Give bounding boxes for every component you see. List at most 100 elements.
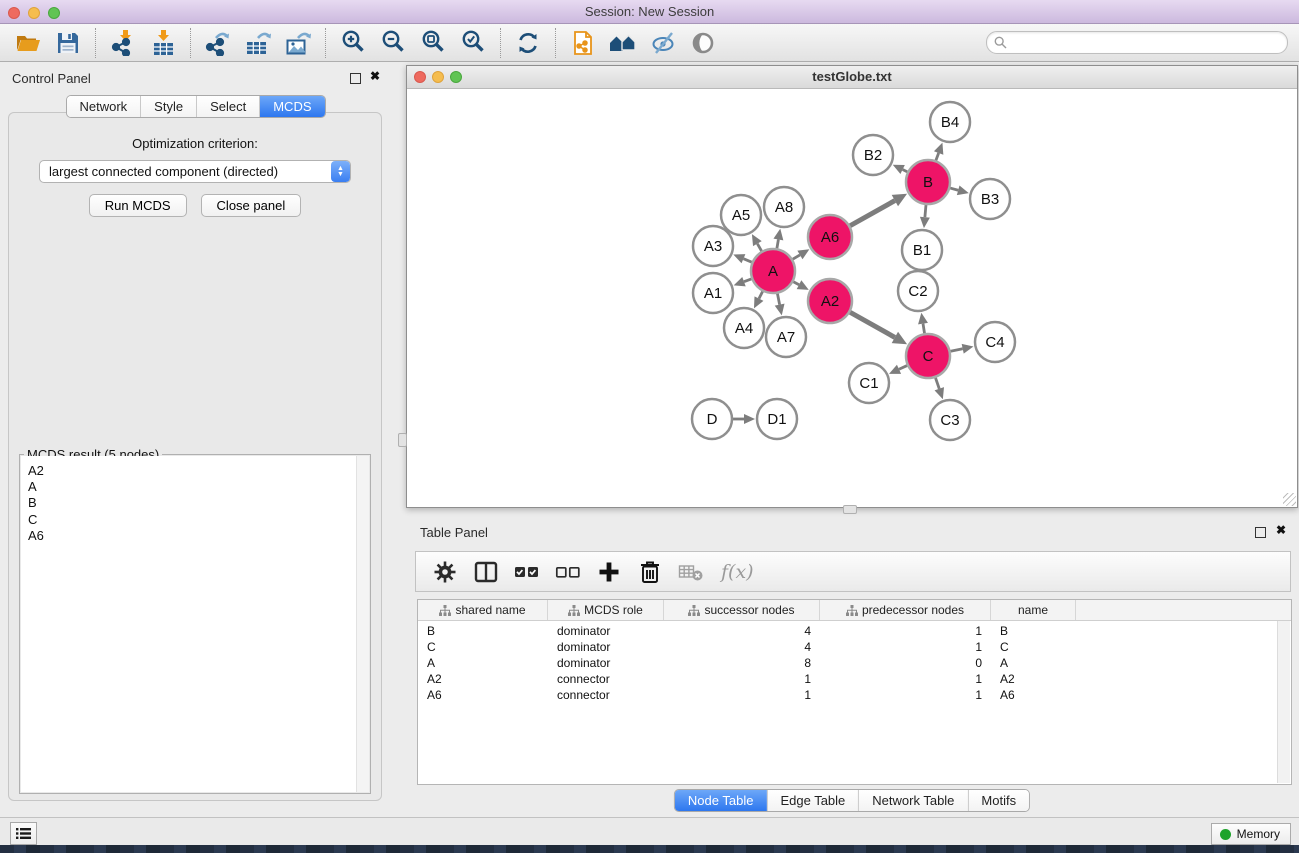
table-settings-button[interactable] [432, 559, 458, 585]
network-close-button[interactable] [414, 71, 426, 83]
new-network-from-selection-button[interactable] [563, 26, 603, 60]
edge-C-C4[interactable] [951, 344, 974, 354]
table-scrollbar[interactable] [1277, 621, 1290, 783]
close-panel-icon[interactable]: ✖ [1276, 523, 1286, 537]
node-A2[interactable]: A2 [808, 279, 852, 323]
task-history-button[interactable] [10, 822, 37, 845]
edge-C-C2[interactable] [918, 313, 928, 334]
edge-B-B3[interactable] [950, 185, 969, 195]
create-column-button[interactable] [596, 559, 622, 585]
tab-network[interactable]: Network [66, 96, 140, 117]
zoom-window-button[interactable] [48, 7, 60, 19]
column-header-name[interactable]: name [991, 600, 1076, 620]
search-input[interactable] [1007, 36, 1287, 50]
export-image-button[interactable] [278, 26, 318, 60]
close-panel-icon[interactable]: ✖ [370, 69, 380, 83]
edge-B-B4[interactable] [934, 143, 943, 161]
tab-edge-table[interactable]: Edge Table [766, 790, 858, 811]
edge-A-A2[interactable] [793, 280, 808, 290]
result-item[interactable]: C [28, 512, 369, 528]
minimize-window-button[interactable] [28, 7, 40, 19]
table-row[interactable]: Adominator80A [418, 655, 1291, 671]
table-row[interactable]: A2connector11A2 [418, 671, 1291, 687]
tab-select[interactable]: Select [196, 96, 259, 117]
edge-A-A7[interactable] [775, 294, 785, 316]
edge-A-A5[interactable] [752, 234, 762, 251]
tab-mcds[interactable]: MCDS [259, 96, 324, 117]
edge-A-A8[interactable] [773, 229, 783, 249]
criterion-dropdown[interactable]: largest connected component (directed) ▲… [39, 160, 351, 183]
table-row[interactable]: Bdominator41B [418, 623, 1291, 639]
tab-motifs[interactable]: Motifs [967, 790, 1029, 811]
edge-B-B1[interactable] [920, 205, 930, 228]
horizontal-splitter-handle[interactable] [843, 505, 857, 514]
export-network-button[interactable] [198, 26, 238, 60]
float-panel-icon[interactable] [350, 73, 361, 84]
apply-layout-button[interactable] [508, 26, 548, 60]
table-row[interactable]: A6connector11A6 [418, 687, 1291, 703]
node-B4[interactable]: B4 [930, 102, 970, 142]
node-B3[interactable]: B3 [970, 179, 1010, 219]
network-zoom-button[interactable] [450, 71, 462, 83]
node-A1[interactable]: A1 [693, 273, 733, 313]
table-row[interactable]: Cdominator41C [418, 639, 1291, 655]
node-B1[interactable]: B1 [902, 230, 942, 270]
edge-C-C3[interactable] [935, 378, 944, 399]
close-panel-button[interactable]: Close panel [201, 194, 302, 217]
show-column-button[interactable] [473, 559, 499, 585]
node-B2[interactable]: B2 [853, 135, 893, 175]
node-C[interactable]: C [906, 334, 950, 378]
node-D1[interactable]: D1 [757, 399, 797, 439]
tab-network-table[interactable]: Network Table [858, 790, 967, 811]
node-C4[interactable]: C4 [975, 322, 1015, 362]
deselect-all-button[interactable] [555, 559, 581, 585]
save-session-button[interactable] [48, 26, 88, 60]
edge-C-C1[interactable] [889, 365, 907, 374]
delete-table-button-disabled[interactable] [678, 559, 704, 585]
tab-node-table[interactable]: Node Table [675, 790, 767, 811]
select-all-button[interactable] [514, 559, 540, 585]
zoom-selected-button[interactable] [453, 26, 493, 60]
zoom-out-button[interactable] [373, 26, 413, 60]
zoom-fit-button[interactable] [413, 26, 453, 60]
edge-A-A1[interactable] [734, 277, 752, 286]
node-A3[interactable]: A3 [693, 226, 733, 266]
network-graph[interactable]: B4B2BB3A5A8A6A3B1AC2A1A2A4A7C4CC1C3DD1 [407, 89, 1297, 507]
edge-A2-C[interactable] [850, 312, 907, 344]
function-builder-button[interactable]: f(x) [721, 561, 754, 583]
node-A7[interactable]: A7 [766, 317, 806, 357]
result-item[interactable]: A2 [28, 463, 369, 479]
mcds-result-list[interactable]: A2ABCA6 [21, 456, 369, 792]
edge-A-A6[interactable] [793, 249, 810, 259]
result-scrollbar[interactable] [356, 456, 369, 792]
edge-D-D1[interactable] [733, 414, 755, 424]
show-panel-button[interactable] [683, 26, 723, 60]
open-session-button[interactable] [8, 26, 48, 60]
result-item[interactable]: A6 [28, 528, 369, 544]
node-A8[interactable]: A8 [764, 187, 804, 227]
zoom-in-button[interactable] [333, 26, 373, 60]
result-item[interactable]: A [28, 479, 369, 495]
float-panel-icon[interactable] [1255, 527, 1266, 538]
import-network-button[interactable] [103, 26, 143, 60]
node-A4[interactable]: A4 [724, 308, 764, 348]
hide-panel-button[interactable] [643, 26, 683, 60]
memory-button[interactable]: Memory [1211, 823, 1291, 845]
edge-B-B2[interactable] [893, 165, 908, 174]
column-header-MCDS-role[interactable]: MCDS role [548, 600, 664, 620]
column-header-shared-name[interactable]: shared name [418, 600, 548, 620]
import-table-button[interactable] [143, 26, 183, 60]
node-A5[interactable]: A5 [721, 195, 761, 235]
network-minimize-button[interactable] [432, 71, 444, 83]
search-field[interactable] [986, 31, 1288, 54]
network-canvas[interactable]: B4B2BB3A5A8A6A3B1AC2A1A2A4A7C4CC1C3DD1 [407, 89, 1297, 507]
vertical-splitter-handle[interactable] [398, 433, 407, 447]
node-B[interactable]: B [906, 160, 950, 204]
edge-A-A4[interactable] [754, 291, 763, 308]
result-item[interactable]: B [28, 495, 369, 511]
delete-column-button[interactable] [637, 559, 663, 585]
node-A[interactable]: A [751, 249, 795, 293]
node-C3[interactable]: C3 [930, 400, 970, 440]
close-window-button[interactable] [8, 7, 20, 19]
node-C1[interactable]: C1 [849, 363, 889, 403]
